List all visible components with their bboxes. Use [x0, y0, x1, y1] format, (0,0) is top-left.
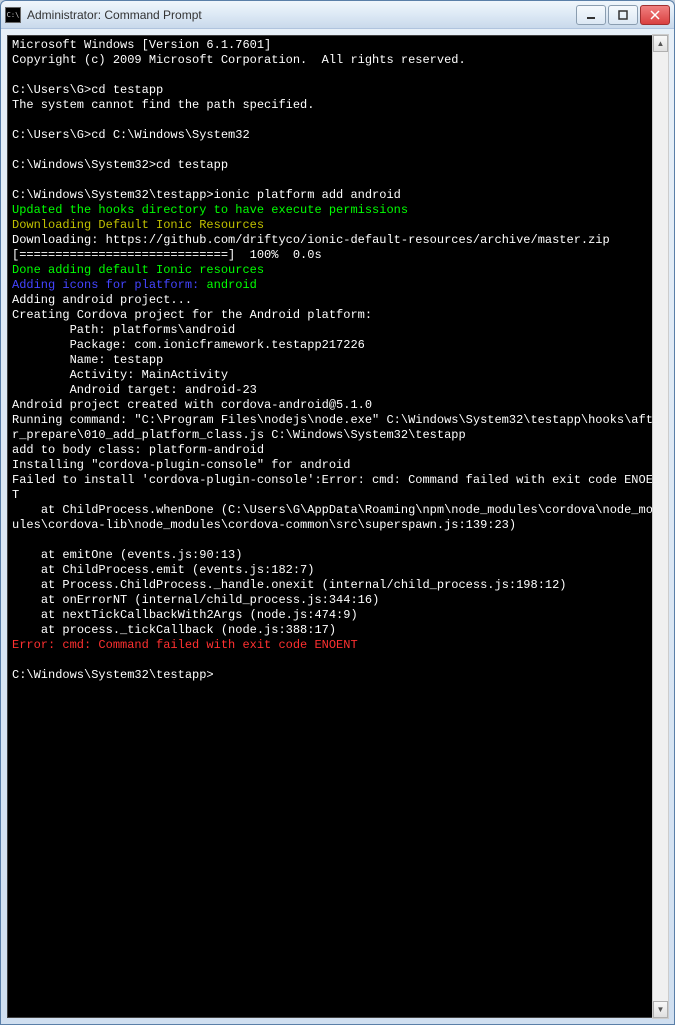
terminal-line: Path: platforms\android	[12, 323, 663, 338]
close-button[interactable]	[640, 5, 670, 25]
maximize-icon	[618, 10, 628, 20]
terminal-line	[12, 68, 663, 83]
terminal-line	[12, 143, 663, 158]
terminal-line: C:\Windows\System32\testapp>ionic platfo…	[12, 188, 663, 203]
terminal-line: Error: cmd: Command failed with exit cod…	[12, 638, 663, 653]
command-prompt-window: Administrator: Command Prompt Microsoft …	[0, 0, 675, 1025]
terminal-line: Package: com.ionicframework.testapp21722…	[12, 338, 663, 353]
minimize-button[interactable]	[576, 5, 606, 25]
terminal-line: C:\Windows\System32>cd testapp	[12, 158, 663, 173]
close-icon	[650, 10, 660, 20]
terminal-line: at ChildProcess.emit (events.js:182:7)	[12, 563, 663, 578]
terminal-line: at process._tickCallback (node.js:388:17…	[12, 623, 663, 638]
terminal-line	[12, 533, 663, 548]
terminal-line: Copyright (c) 2009 Microsoft Corporation…	[12, 53, 663, 68]
terminal-line: Microsoft Windows [Version 6.1.7601]	[12, 38, 663, 53]
terminal-line: The system cannot find the path specifie…	[12, 98, 663, 113]
scrollbar[interactable]: ▲ ▼	[652, 34, 669, 1019]
terminal-line: Running command: "C:\Program Files\nodej…	[12, 413, 663, 443]
terminal-line	[12, 173, 663, 188]
terminal-line: Downloading: https://github.com/driftyco…	[12, 233, 663, 248]
terminal-line: Adding icons for platform: android	[12, 278, 663, 293]
terminal-line: Adding android project...	[12, 293, 663, 308]
terminal-output[interactable]: Microsoft Windows [Version 6.1.7601]Copy…	[7, 35, 668, 1018]
terminal-line: [=============================] 100% 0.0…	[12, 248, 663, 263]
terminal-line: Failed to install 'cordova-plugin-consol…	[12, 473, 663, 503]
terminal-line: Android project created with cordova-and…	[12, 398, 663, 413]
maximize-button[interactable]	[608, 5, 638, 25]
terminal-line: Downloading Default Ionic Resources	[12, 218, 663, 233]
minimize-icon	[586, 10, 596, 20]
scroll-down-button[interactable]: ▼	[653, 1001, 668, 1018]
terminal-line: Updated the hooks directory to have exec…	[12, 203, 663, 218]
titlebar[interactable]: Administrator: Command Prompt	[1, 1, 674, 29]
terminal-line: Installing "cordova-plugin-console" for …	[12, 458, 663, 473]
terminal-line: C:\Users\G>cd testapp	[12, 83, 663, 98]
scroll-up-button[interactable]: ▲	[653, 35, 668, 52]
terminal-line: at nextTickCallbackWith2Args (node.js:47…	[12, 608, 663, 623]
terminal-line: at ChildProcess.whenDone (C:\Users\G\App…	[12, 503, 663, 533]
terminal-line: C:\Users\G>cd C:\Windows\System32	[12, 128, 663, 143]
window-controls	[574, 5, 670, 25]
cmd-icon	[5, 7, 21, 23]
window-title: Administrator: Command Prompt	[27, 8, 574, 22]
terminal-line: Activity: MainActivity	[12, 368, 663, 383]
terminal-line: Android target: android-23	[12, 383, 663, 398]
terminal-line: add to body class: platform-android	[12, 443, 663, 458]
terminal-line: at onErrorNT (internal/child_process.js:…	[12, 593, 663, 608]
terminal-line: at Process.ChildProcess._handle.onexit (…	[12, 578, 663, 593]
terminal-line: at emitOne (events.js:90:13)	[12, 548, 663, 563]
terminal-line: Done adding default Ionic resources	[12, 263, 663, 278]
terminal-line	[12, 113, 663, 128]
terminal-line: Creating Cordova project for the Android…	[12, 308, 663, 323]
terminal-line	[12, 653, 663, 668]
terminal-line: Name: testapp	[12, 353, 663, 368]
terminal-line: C:\Windows\System32\testapp>	[12, 668, 663, 683]
